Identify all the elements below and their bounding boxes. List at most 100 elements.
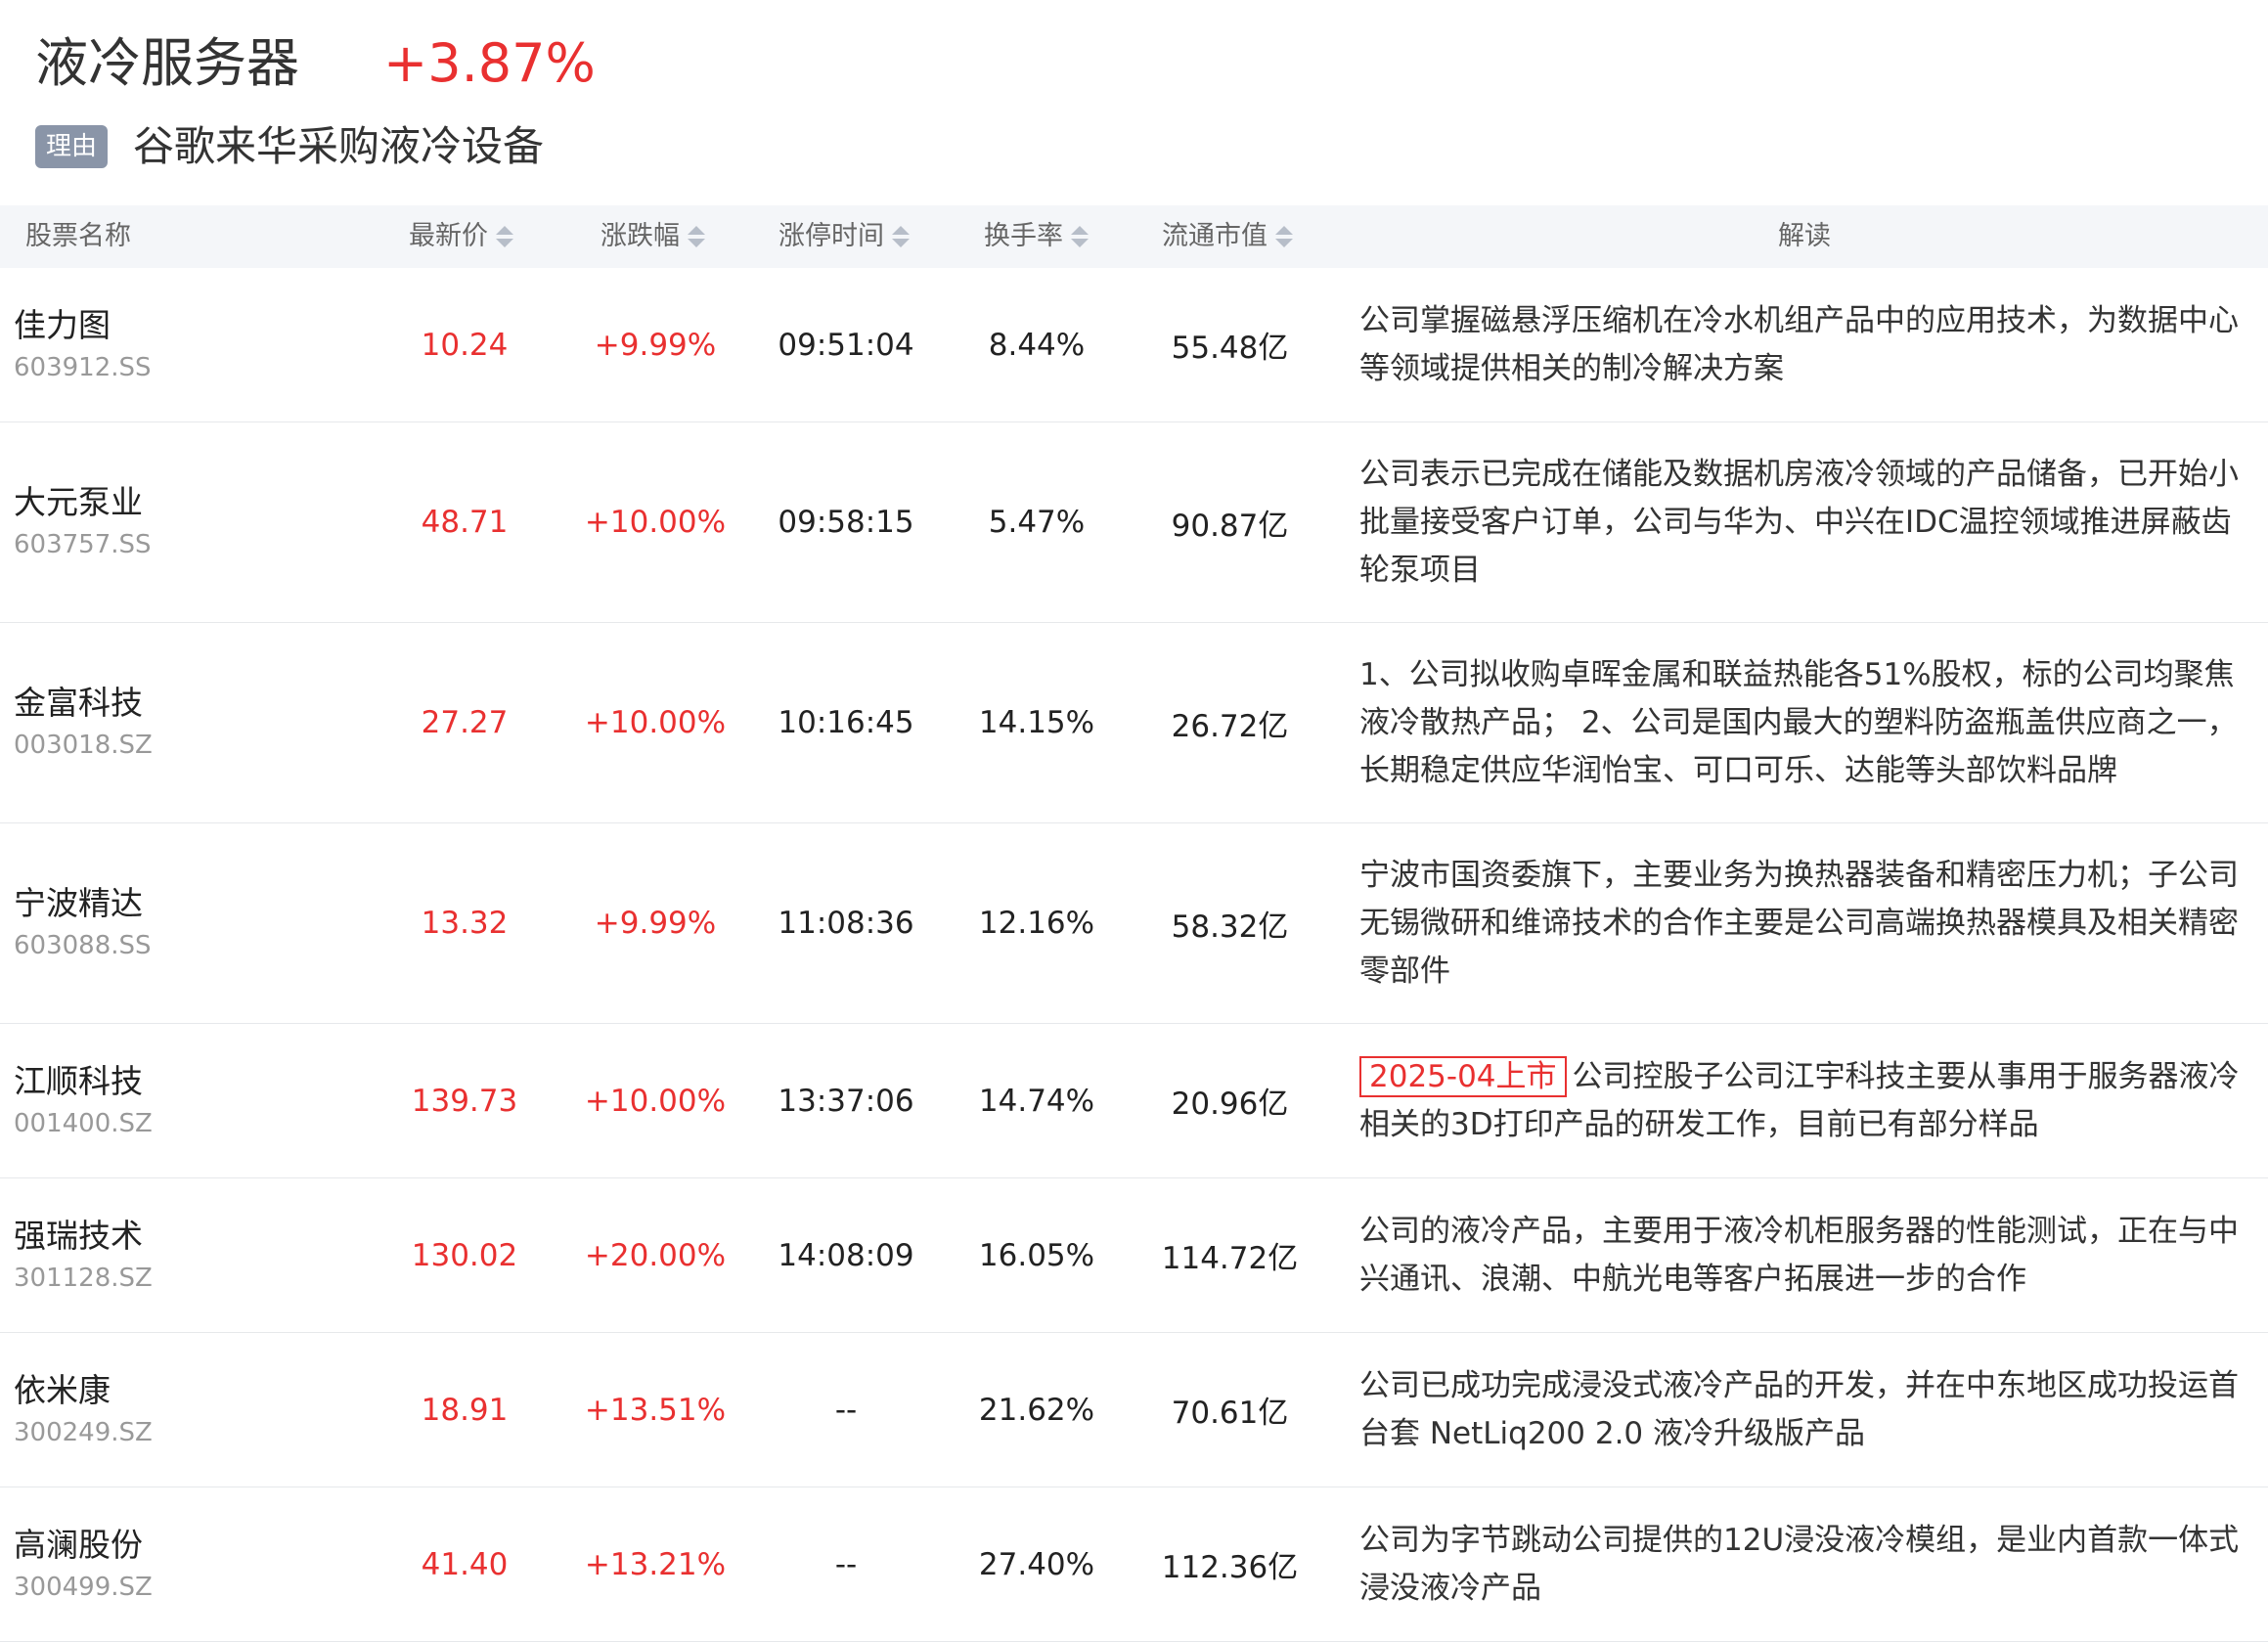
mcap-cell: 26.72亿 [1171,708,1289,744]
col-header-pct-label: 涨跌幅 [600,221,680,251]
stock-code: 603088.SS [14,931,152,960]
limit-time-cell: 09:58:15 [778,505,914,540]
limit-time-cell: 09:51:04 [778,327,914,363]
stock-cell[interactable]: 宁波精达 603088.SS [14,823,307,1023]
col-header-pct[interactable]: 涨跌幅 [600,205,705,268]
pct-cell: +10.00% [584,705,727,740]
desc-text: 公司掌握磁悬浮压缩机在冷水机组产品中的应用技术，为数据中心等领域提供相关的制冷解… [1359,302,2239,386]
desc-text: 公司已成功完成浸没式液冷产品的开发，并在中东地区成功投运首台套 NetLiq20… [1359,1367,2239,1451]
stock-name[interactable]: 金富科技 [14,681,307,726]
table-row[interactable]: 强瑞技术 301128.SZ 130.02 +20.00% 14:08:09 16.05%… [0,1178,2268,1333]
sort-icon[interactable] [496,226,513,247]
stock-name[interactable]: 依米康 [14,1368,307,1413]
stock-table-body: 佳力图 603912.SS 10.24 +9.99% 09:51:04 8.44% 55.4… [0,268,2268,1642]
desc-text: 公司为字节跳动公司提供的12U浸没液冷模组，是业内首款一体式浸没液冷产品 [1359,1522,2240,1606]
stock-cell[interactable]: 大元泵业 603757.SS [14,422,307,622]
table-header: 股票名称 最新价 涨跌幅 涨停时间 换手率 流通市值 解读 [0,205,2268,268]
table-row[interactable]: 金富科技 003018.SZ 27.27 +10.00% 10:16:45 14.15% 2… [0,623,2268,823]
stock-cell[interactable]: 江顺科技 001400.SZ [14,1024,307,1177]
limit-time-cell: 14:08:09 [778,1237,914,1273]
turnover-cell: 21.62% [978,1392,1095,1428]
limit-time-cell: -- [834,1392,858,1428]
pct-cell: +9.99% [594,327,717,363]
desc-cell: 宁波市国资委旗下，主要业务为换热器装备和精密压力机；子公司无锡微研和维谛技术的合… [1359,823,2249,1023]
col-header-mcap[interactable]: 流通市值 [1162,205,1293,268]
table-row[interactable]: 高澜股份 300499.SZ 41.40 +13.21% -- 27.40% 112.36亿… [0,1487,2268,1642]
desc-cell: 公司为字节跳动公司提供的12U浸没液冷模组，是业内首款一体式浸没液冷产品 [1359,1487,2249,1641]
col-header-name-label: 股票名称 [25,221,131,251]
table-row[interactable]: 宁波精达 603088.SS 13.32 +9.99% 11:08:36 12.16% 58… [0,823,2268,1024]
desc-text: 公司表示已完成在储能及数据机房液冷领域的产品储备，已开始小批量接受客户订单，公司… [1359,456,2239,588]
price-cell: 139.73 [411,1083,518,1119]
stock-code: 603912.SS [14,352,152,382]
stock-name[interactable]: 佳力图 [14,303,307,348]
turnover-cell: 12.16% [978,906,1095,941]
sort-icon[interactable] [688,226,705,247]
stock-cell[interactable]: 佳力图 603912.SS [14,268,307,422]
reason-text: 谷歌来华采购液冷设备 [133,122,545,170]
pct-cell: +13.51% [584,1392,727,1428]
mcap-cell: 114.72亿 [1161,1241,1299,1276]
price-cell: 41.40 [421,1546,509,1582]
pct-cell: +10.00% [584,505,727,540]
col-header-desc: 解读 [1778,205,1831,268]
mcap-cell: 90.87亿 [1171,508,1289,544]
sort-icon[interactable] [892,226,910,247]
sort-icon[interactable] [1071,226,1089,247]
sort-icon[interactable] [1275,226,1293,247]
desc-text: 1、公司拟收购卓晖金属和联益热能各51%股权，标的公司均聚焦液冷散热产品； 2、… [1359,656,2238,788]
col-header-price-label: 最新价 [409,221,488,251]
col-header-limit-time[interactable]: 涨停时间 [778,205,910,268]
mcap-cell: 55.48亿 [1171,331,1289,366]
stock-cell[interactable]: 高澜股份 300499.SZ [14,1487,307,1641]
col-header-limit-time-label: 涨停时间 [778,221,884,251]
desc-text: 宁波市国资委旗下，主要业务为换热器装备和精密压力机；子公司无锡微研和维谛技术的合… [1359,857,2239,989]
turnover-cell: 14.74% [978,1083,1095,1119]
turnover-cell: 16.05% [978,1237,1095,1273]
pct-cell: +13.21% [584,1546,727,1582]
mcap-cell: 70.61亿 [1171,1396,1289,1431]
pct-cell: +9.99% [594,906,717,941]
price-cell: 130.02 [411,1237,518,1273]
turnover-cell: 5.47% [988,505,1086,540]
turnover-cell: 14.15% [978,705,1095,740]
stock-name[interactable]: 江顺科技 [14,1059,307,1104]
listing-date-tag: 2025-04上市 [1359,1055,1567,1097]
table-row[interactable]: 依米康 300249.SZ 18.91 +13.51% -- 21.62% 70.61亿 公司… [0,1333,2268,1487]
desc-cell: 公司已成功完成浸没式液冷产品的开发，并在中东地区成功投运首台套 NetLiq20… [1359,1333,2249,1487]
col-header-price[interactable]: 最新价 [409,205,513,268]
limit-time-cell: 13:37:06 [778,1083,914,1119]
table-row[interactable]: 江顺科技 001400.SZ 139.73 +10.00% 13:37:06 14.74%… [0,1024,2268,1178]
desc-cell: 公司的液冷产品，主要用于液冷机柜服务器的性能测试，正在与中兴通讯、浪潮、中航光电… [1359,1178,2249,1332]
stock-cell[interactable]: 依米康 300249.SZ [14,1333,307,1487]
mcap-cell: 112.36亿 [1161,1550,1299,1585]
col-header-turnover[interactable]: 换手率 [984,205,1089,268]
stock-code: 300499.SZ [14,1572,153,1602]
stock-name[interactable]: 强瑞技术 [14,1214,307,1259]
limit-time-cell: 10:16:45 [778,705,914,740]
turnover-cell: 8.44% [988,327,1086,363]
stock-code: 603757.SS [14,530,152,559]
page-header: 液冷服务器 +3.87% 理由 谷歌来华采购液冷设备 [0,0,2268,205]
desc-text: 公司的液冷产品，主要用于液冷机柜服务器的性能测试，正在与中兴通讯、浪潮、中航光电… [1359,1213,2239,1297]
sector-title: 液冷服务器 [35,32,299,94]
sector-change: +3.87% [383,32,596,94]
stock-code: 001400.SZ [14,1108,153,1138]
stock-name[interactable]: 高澜股份 [14,1523,307,1568]
price-cell: 13.32 [421,906,509,941]
stock-code: 003018.SZ [14,731,153,760]
stock-name[interactable]: 大元泵业 [14,480,307,525]
pct-cell: +20.00% [584,1237,727,1273]
stock-cell[interactable]: 强瑞技术 301128.SZ [14,1178,307,1332]
pct-cell: +10.00% [584,1083,727,1119]
price-cell: 48.71 [421,505,509,540]
stock-code: 300249.SZ [14,1417,153,1447]
mcap-cell: 20.96亿 [1171,1087,1289,1122]
price-cell: 27.27 [421,705,509,740]
turnover-cell: 27.40% [978,1546,1095,1582]
table-row[interactable]: 佳力图 603912.SS 10.24 +9.99% 09:51:04 8.44% 55.4… [0,268,2268,422]
table-row[interactable]: 大元泵业 603757.SS 48.71 +10.00% 09:58:15 5.47% 90… [0,422,2268,623]
stock-name[interactable]: 宁波精达 [14,881,307,926]
col-header-name: 股票名称 [25,205,131,268]
stock-cell[interactable]: 金富科技 003018.SZ [14,623,307,822]
